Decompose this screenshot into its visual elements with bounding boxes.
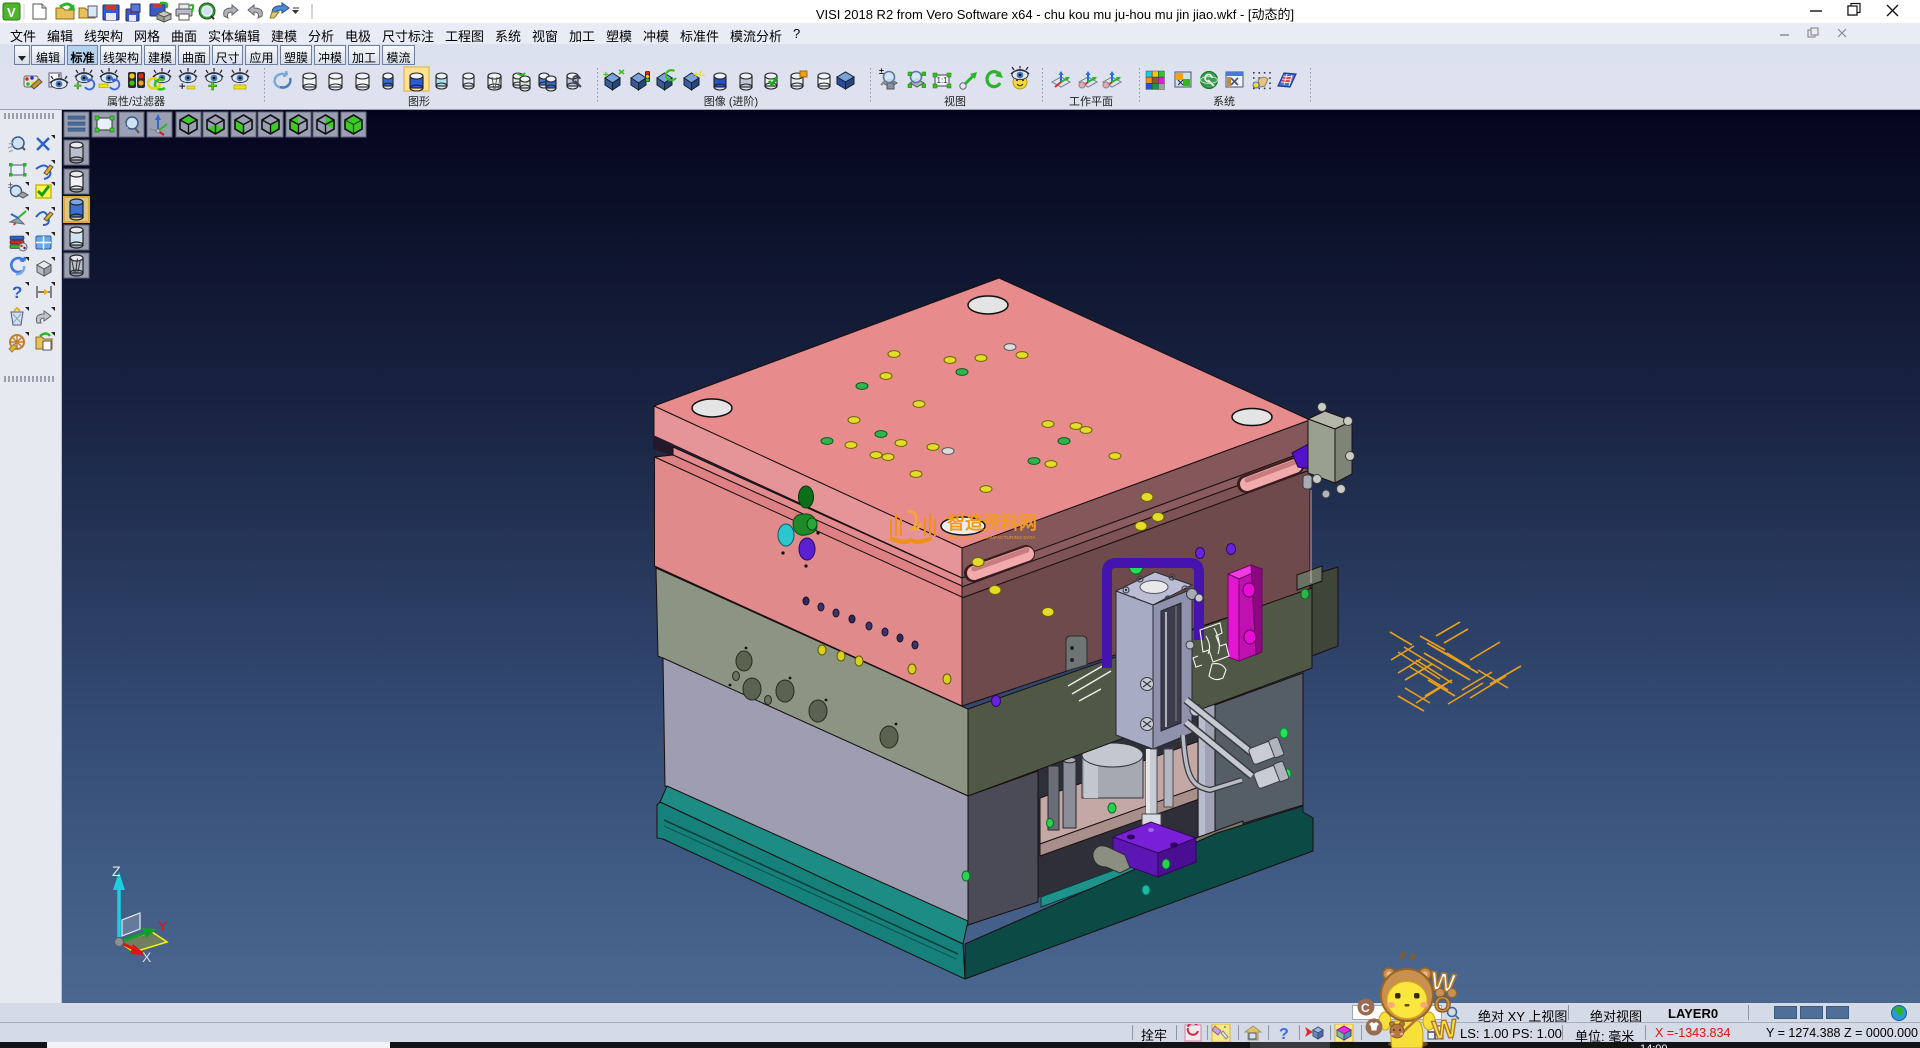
- svg-text:Z: Z: [112, 863, 121, 879]
- svg-text:?: ?: [1279, 1026, 1289, 1042]
- svg-text:+: +: [179, 81, 185, 93]
- svg-text:±: ±: [879, 66, 884, 76]
- svg-text:+/-: +/-: [693, 70, 705, 81]
- svg-text:智造资料网: 智造资料网: [947, 512, 1037, 533]
- svg-text:+: +: [208, 78, 217, 95]
- svg-text:+: +: [74, 78, 82, 93]
- svg-text:1:1: 1:1: [937, 76, 949, 85]
- svg-text:Y: Y: [158, 918, 168, 934]
- svg-text:+: +: [603, 70, 609, 81]
- svg-text:W: W: [1431, 1013, 1459, 1045]
- svg-text:X: X: [142, 949, 152, 965]
- svg-text:?: ?: [12, 283, 22, 302]
- svg-text:C: C: [1361, 1001, 1370, 1015]
- svg-text:INTELLIGENT MANUFACTURING DATA: INTELLIGENT MANUFACTURING DATA: [948, 535, 1036, 541]
- svg-text:V: V: [7, 5, 16, 20]
